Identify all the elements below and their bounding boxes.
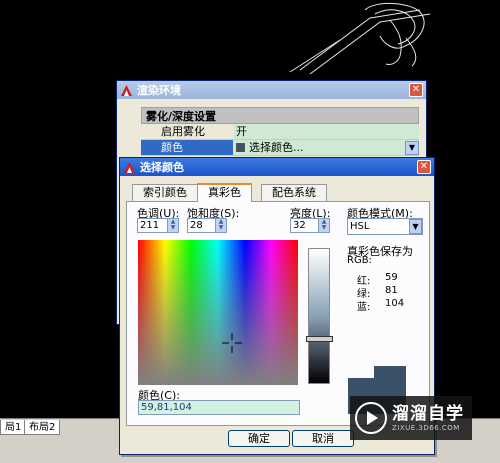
color-dialog-titlebar[interactable]: 选择颜色 ✕ (120, 158, 434, 176)
spin-arrows-icon[interactable]: ▲ ▼ (318, 219, 329, 232)
cad-drawing (289, 3, 431, 75)
saturation-stepper[interactable]: 28 ▲ ▼ (187, 218, 227, 233)
luminance-value: 32 (293, 220, 306, 231)
color-mode-select[interactable]: HSL ▼ (347, 218, 423, 235)
watermark: 溜溜自学 ZIXUE.3D66.COM (350, 396, 472, 440)
render-env-title: 渲染环境 (137, 84, 181, 97)
saturation-value: 28 (190, 220, 203, 231)
color-input-value: 59,81,104 (141, 402, 192, 413)
color-swatch (236, 143, 245, 152)
prop-row-enable-fog[interactable]: 启用雾化 开 (141, 124, 419, 140)
autocad-app-icon (120, 84, 133, 97)
tab-true-color[interactable]: 真彩色 (197, 183, 252, 202)
hue-saturation-spectrum[interactable] (138, 240, 298, 385)
play-logo-icon (355, 402, 387, 434)
render-env-close-button[interactable]: ✕ (409, 83, 423, 97)
color-input[interactable]: 59,81,104 (138, 400, 300, 415)
spin-arrows-icon[interactable]: ▲ ▼ (167, 219, 178, 232)
blue-label: 蓝: (357, 302, 371, 313)
hue-stepper[interactable]: 211 ▲ ▼ (137, 218, 179, 233)
fog-section-header[interactable]: 雾化/深度设置 (141, 107, 419, 124)
color-tabs: 索引颜色 真彩色 配色系统 (126, 183, 327, 202)
color-dialog-close-button[interactable]: ✕ (417, 160, 431, 174)
watermark-url: ZIXUE.3D66.COM (392, 424, 460, 432)
watermark-title: 溜溜自学 (392, 404, 464, 424)
saved-as-mode: RGB: (347, 255, 372, 266)
color-dialog-title: 选择颜色 (140, 161, 184, 174)
crosshair-icon[interactable] (222, 333, 242, 353)
autocad-app-icon (123, 161, 136, 174)
hue-value: 211 (140, 220, 160, 231)
tab-color-books[interactable]: 配色系统 (261, 184, 327, 201)
green-value: 81 (385, 285, 398, 296)
color-combo[interactable]: 选择颜色... ▼ (233, 140, 419, 156)
render-env-titlebar[interactable]: 渲染环境 ✕ (117, 81, 426, 99)
layout-tab-2[interactable]: 布局2 (24, 420, 61, 435)
prop-row-color[interactable]: 颜色 选择颜色... ▼ (141, 140, 419, 156)
color-preview-notch (348, 366, 374, 378)
luminance-bar[interactable] (308, 248, 330, 384)
color-combo-value: 选择颜色... (249, 140, 304, 154)
blue-value: 104 (385, 298, 405, 309)
prop-value[interactable]: 开 (233, 124, 419, 140)
layout-tab-1[interactable]: 局1 (0, 420, 27, 435)
chevron-down-icon[interactable]: ▼ (405, 140, 419, 155)
color-mode-value: HSL (350, 221, 370, 232)
luminance-stepper[interactable]: 32 ▲ ▼ (290, 218, 330, 233)
spin-arrows-icon[interactable]: ▲ ▼ (215, 219, 226, 232)
red-value: 59 (385, 272, 398, 283)
ok-button[interactable]: 确定 (228, 430, 290, 447)
prop-name: 颜色 (141, 140, 233, 156)
tab-index-color[interactable]: 索引颜色 (132, 184, 198, 201)
chevron-down-icon[interactable]: ▼ (409, 219, 422, 234)
prop-name: 启用雾化 (141, 124, 233, 140)
luminance-slider-handle[interactable] (306, 336, 333, 342)
cancel-button[interactable]: 取消 (292, 430, 354, 447)
fog-property-grid: 雾化/深度设置 启用雾化 开 颜色 选择颜色... ▼ (141, 107, 419, 156)
